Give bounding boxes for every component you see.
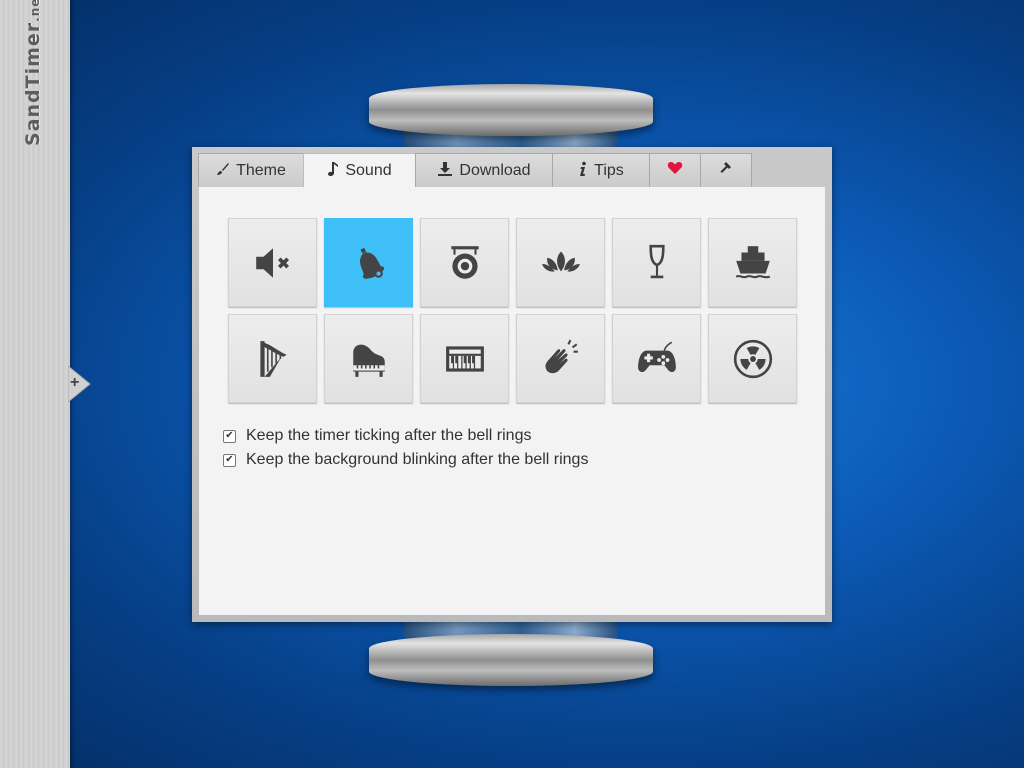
sound-option-mute[interactable] — [228, 218, 317, 307]
keep-ticking-checkbox[interactable]: ✔ — [223, 429, 236, 443]
piano-icon — [352, 344, 385, 377]
keyboard-icon — [445, 345, 484, 372]
plus-icon: + — [70, 374, 80, 391]
music-note-icon — [327, 161, 339, 181]
tab-tools[interactable] — [700, 153, 752, 187]
option-keep-ticking[interactable]: ✔ Keep the timer ticking after the bell … — [223, 424, 588, 448]
sound-option-keyboard[interactable] — [420, 314, 509, 403]
options-list: ✔ Keep the timer ticking after the bell … — [223, 424, 588, 472]
keep-blinking-checkbox[interactable]: ✔ — [223, 453, 236, 467]
bell-icon — [359, 247, 384, 279]
tab-favorite[interactable] — [649, 153, 701, 187]
info-icon — [578, 161, 588, 181]
hourglass-top-cap — [369, 84, 653, 136]
gong-icon — [450, 245, 479, 279]
sound-option-harp[interactable] — [228, 314, 317, 403]
sound-option-radiation[interactable] — [708, 314, 797, 403]
tab-download[interactable]: Download — [415, 153, 553, 187]
settings-panel: Theme Sound Download Tips ✔ Keep the tim… — [192, 147, 832, 622]
sound-settings-content: ✔ Keep the timer ticking after the bell … — [199, 187, 825, 615]
sound-grid — [228, 218, 797, 403]
mute-speaker-icon — [255, 247, 289, 278]
radiation-icon — [733, 339, 772, 378]
sound-option-bell[interactable] — [324, 218, 413, 307]
tab-theme[interactable]: Theme — [198, 153, 304, 187]
sound-option-clap[interactable] — [516, 314, 605, 403]
brush-icon — [216, 162, 230, 180]
hourglass-bottom-cap — [369, 634, 653, 686]
sound-option-ship[interactable] — [708, 218, 797, 307]
sound-option-glass[interactable] — [612, 218, 701, 307]
tab-tips[interactable]: Tips — [552, 153, 650, 187]
sound-option-piano[interactable] — [324, 314, 413, 403]
sidebar: SandTimer.net — [0, 0, 70, 768]
ship-icon — [735, 245, 770, 278]
sound-option-gamepad[interactable] — [612, 314, 701, 403]
option-keep-blinking[interactable]: ✔ Keep the background blinking after the… — [223, 448, 588, 472]
sound-option-gong[interactable] — [420, 218, 509, 307]
lotus-icon — [541, 250, 580, 272]
sidebar-expand-button[interactable]: + — [68, 366, 92, 402]
site-logo[interactable]: SandTimer.net — [22, 0, 44, 146]
gamepad-icon — [637, 341, 676, 372]
wine-glass-icon — [648, 244, 665, 278]
download-icon — [437, 161, 453, 181]
heart-icon — [667, 161, 683, 180]
tab-bar: Theme Sound Download Tips — [198, 153, 752, 188]
keep-blinking-label: Keep the background blinking after the b… — [246, 451, 589, 468]
sound-option-lotus[interactable] — [516, 218, 605, 307]
keep-ticking-label: Keep the timer ticking after the bell ri… — [246, 427, 532, 444]
harp-icon — [259, 340, 287, 377]
tab-sound[interactable]: Sound — [303, 153, 416, 188]
clapping-hands-icon — [544, 339, 578, 373]
hammer-icon — [718, 160, 734, 181]
